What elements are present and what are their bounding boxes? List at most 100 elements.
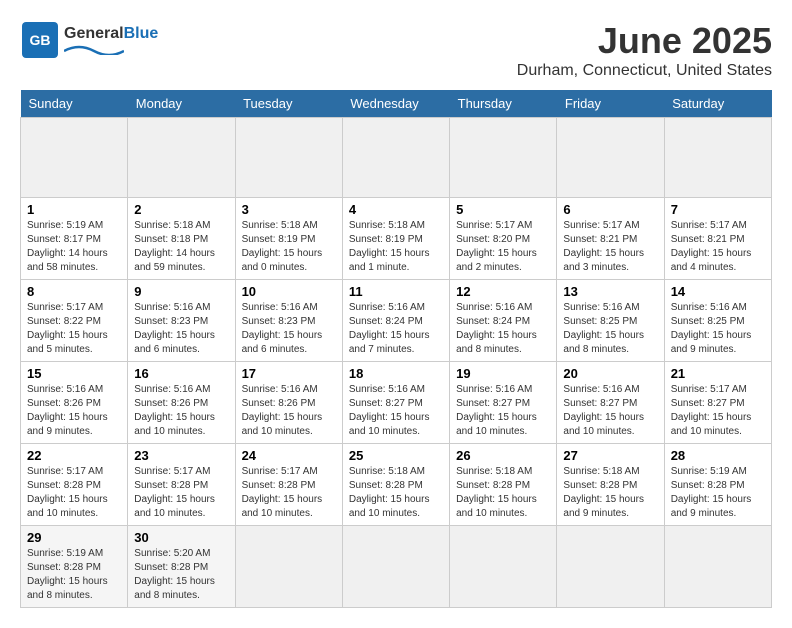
day-number: 30 (134, 530, 228, 545)
day-number: 19 (456, 366, 550, 381)
day-number: 15 (27, 366, 121, 381)
day-number: 29 (27, 530, 121, 545)
day-number: 1 (27, 202, 121, 217)
calendar-cell (342, 526, 449, 608)
day-info: Sunrise: 5:19 AMSunset: 8:17 PMDaylight:… (27, 219, 121, 275)
calendar-cell: 8 Sunrise: 5:17 AMSunset: 8:22 PMDaylight… (21, 280, 128, 362)
day-number: 18 (349, 366, 443, 381)
day-info: Sunrise: 5:18 AMSunset: 8:19 PMDaylight:… (349, 219, 443, 275)
calendar-week-row: 1 Sunrise: 5:19 AMSunset: 8:17 PMDaylight… (21, 198, 772, 280)
day-info: Sunrise: 5:16 AMSunset: 8:24 PMDaylight:… (456, 301, 550, 357)
calendar-cell: 29 Sunrise: 5:19 AMSunset: 8:28 PMDayligh… (21, 526, 128, 608)
calendar-header-saturday: Saturday (664, 90, 771, 118)
calendar-cell: 3 Sunrise: 5:18 AMSunset: 8:19 PMDaylight… (235, 198, 342, 280)
day-number: 13 (563, 284, 657, 299)
calendar-cell: 24 Sunrise: 5:17 AMSunset: 8:28 PMDayligh… (235, 444, 342, 526)
calendar-cell: 9Sunrise: 5:16 AMSunset: 8:23 PMDaylight… (128, 280, 235, 362)
calendar-cell: 2Sunrise: 5:18 AMSunset: 8:18 PMDaylight… (128, 198, 235, 280)
calendar-cell: 20Sunrise: 5:16 AMSunset: 8:27 PMDayligh… (557, 362, 664, 444)
calendar-cell: 23Sunrise: 5:17 AMSunset: 8:28 PMDayligh… (128, 444, 235, 526)
day-info: Sunrise: 5:16 AMSunset: 8:25 PMDaylight:… (563, 301, 657, 357)
day-number: 28 (671, 448, 765, 463)
day-number: 25 (349, 448, 443, 463)
calendar-cell: 16Sunrise: 5:16 AMSunset: 8:26 PMDayligh… (128, 362, 235, 444)
calendar-cell: 17Sunrise: 5:16 AMSunset: 8:26 PMDayligh… (235, 362, 342, 444)
location-title: Durham, Connecticut, United States (517, 62, 772, 80)
day-info: Sunrise: 5:17 AMSunset: 8:28 PMDaylight:… (134, 465, 228, 521)
day-number: 9 (134, 284, 228, 299)
calendar-cell: 30 Sunrise: 5:20 AMSunset: 8:28 PMDayligh… (128, 526, 235, 608)
day-number: 4 (349, 202, 443, 217)
day-info: Sunrise: 5:18 AMSunset: 8:19 PMDaylight:… (242, 219, 336, 275)
day-number: 10 (242, 284, 336, 299)
calendar-cell: 13 Sunrise: 5:16 AMSunset: 8:25 PMDayligh… (557, 280, 664, 362)
day-number: 21 (671, 366, 765, 381)
calendar-cell: 15 Sunrise: 5:16 AMSunset: 8:26 PMDayligh… (21, 362, 128, 444)
calendar-header-wednesday: Wednesday (342, 90, 449, 118)
day-info: Sunrise: 5:17 AMSunset: 8:28 PMDaylight:… (242, 465, 336, 521)
day-info: Sunrise: 5:16 AMSunset: 8:24 PMDaylight:… (349, 301, 443, 357)
calendar-cell (128, 118, 235, 198)
day-info: Sunrise: 5:16 AMSunset: 8:26 PMDaylight:… (27, 383, 121, 439)
calendar-cell (235, 526, 342, 608)
calendar-header-tuesday: Tuesday (235, 90, 342, 118)
calendar-cell: 6 Sunrise: 5:17 AMSunset: 8:21 PMDaylight… (557, 198, 664, 280)
day-info: Sunrise: 5:16 AMSunset: 8:25 PMDaylight:… (671, 301, 765, 357)
calendar-cell: 22Sunrise: 5:17 AMSunset: 8:28 PMDayligh… (21, 444, 128, 526)
calendar-cell: 27Sunrise: 5:18 AMSunset: 8:28 PMDayligh… (557, 444, 664, 526)
calendar-week-row: 15 Sunrise: 5:16 AMSunset: 8:26 PMDayligh… (21, 362, 772, 444)
calendar-header-thursday: Thursday (450, 90, 557, 118)
day-number: 7 (671, 202, 765, 217)
day-info: Sunrise: 5:18 AMSunset: 8:18 PMDaylight:… (134, 219, 228, 275)
calendar-cell (664, 526, 771, 608)
calendar-cell (21, 118, 128, 198)
day-number: 16 (134, 366, 228, 381)
calendar-cell: 19 Sunrise: 5:16 AMSunset: 8:27 PMDayligh… (450, 362, 557, 444)
calendar-header-sunday: Sunday (21, 90, 128, 118)
calendar-cell (450, 526, 557, 608)
day-info: Sunrise: 5:17 AMSunset: 8:22 PMDaylight:… (27, 301, 121, 357)
calendar-header-monday: Monday (128, 90, 235, 118)
day-info: Sunrise: 5:16 AMSunset: 8:26 PMDaylight:… (242, 383, 336, 439)
day-info: Sunrise: 5:17 AMSunset: 8:20 PMDaylight:… (456, 219, 550, 275)
logo-wave (64, 43, 124, 55)
calendar-cell: 5Sunrise: 5:17 AMSunset: 8:20 PMDaylight… (450, 198, 557, 280)
day-info: Sunrise: 5:17 AMSunset: 8:27 PMDaylight:… (671, 383, 765, 439)
calendar-cell: 7 Sunrise: 5:17 AMSunset: 8:21 PMDaylight… (664, 198, 771, 280)
calendar-cell: 14Sunrise: 5:16 AMSunset: 8:25 PMDayligh… (664, 280, 771, 362)
calendar-table: SundayMondayTuesdayWednesdayThursdayFrid… (20, 90, 772, 608)
day-number: 20 (563, 366, 657, 381)
svg-text:GB: GB (30, 32, 51, 48)
day-number: 6 (563, 202, 657, 217)
calendar-cell: 1 Sunrise: 5:19 AMSunset: 8:17 PMDaylight… (21, 198, 128, 280)
month-title: June 2025 (517, 20, 772, 62)
day-info: Sunrise: 5:16 AMSunset: 8:27 PMDaylight:… (456, 383, 550, 439)
day-number: 27 (563, 448, 657, 463)
calendar-cell (235, 118, 342, 198)
calendar-cell: 12Sunrise: 5:16 AMSunset: 8:24 PMDayligh… (450, 280, 557, 362)
calendar-cell (664, 118, 771, 198)
day-info: Sunrise: 5:16 AMSunset: 8:23 PMDaylight:… (242, 301, 336, 357)
calendar-header-row: SundayMondayTuesdayWednesdayThursdayFrid… (21, 90, 772, 118)
day-info: Sunrise: 5:17 AMSunset: 8:21 PMDaylight:… (671, 219, 765, 275)
calendar-week-row: 29 Sunrise: 5:19 AMSunset: 8:28 PMDayligh… (21, 526, 772, 608)
day-info: Sunrise: 5:19 AMSunset: 8:28 PMDaylight:… (27, 547, 121, 603)
day-info: Sunrise: 5:19 AMSunset: 8:28 PMDaylight:… (671, 465, 765, 521)
day-info: Sunrise: 5:18 AMSunset: 8:28 PMDaylight:… (456, 465, 550, 521)
calendar-cell (557, 118, 664, 198)
calendar-cell: 11Sunrise: 5:16 AMSunset: 8:24 PMDayligh… (342, 280, 449, 362)
calendar-week-row (21, 118, 772, 198)
calendar-cell (342, 118, 449, 198)
calendar-header-friday: Friday (557, 90, 664, 118)
calendar-cell (557, 526, 664, 608)
logo-icon: GB (20, 20, 60, 60)
calendar-week-row: 22Sunrise: 5:17 AMSunset: 8:28 PMDayligh… (21, 444, 772, 526)
day-number: 8 (27, 284, 121, 299)
calendar-cell: 26Sunrise: 5:18 AMSunset: 8:28 PMDayligh… (450, 444, 557, 526)
calendar-cell: 18Sunrise: 5:16 AMSunset: 8:27 PMDayligh… (342, 362, 449, 444)
logo-general: General (64, 25, 124, 42)
day-info: Sunrise: 5:20 AMSunset: 8:28 PMDaylight:… (134, 547, 228, 603)
day-number: 24 (242, 448, 336, 463)
day-number: 3 (242, 202, 336, 217)
day-info: Sunrise: 5:17 AMSunset: 8:21 PMDaylight:… (563, 219, 657, 275)
